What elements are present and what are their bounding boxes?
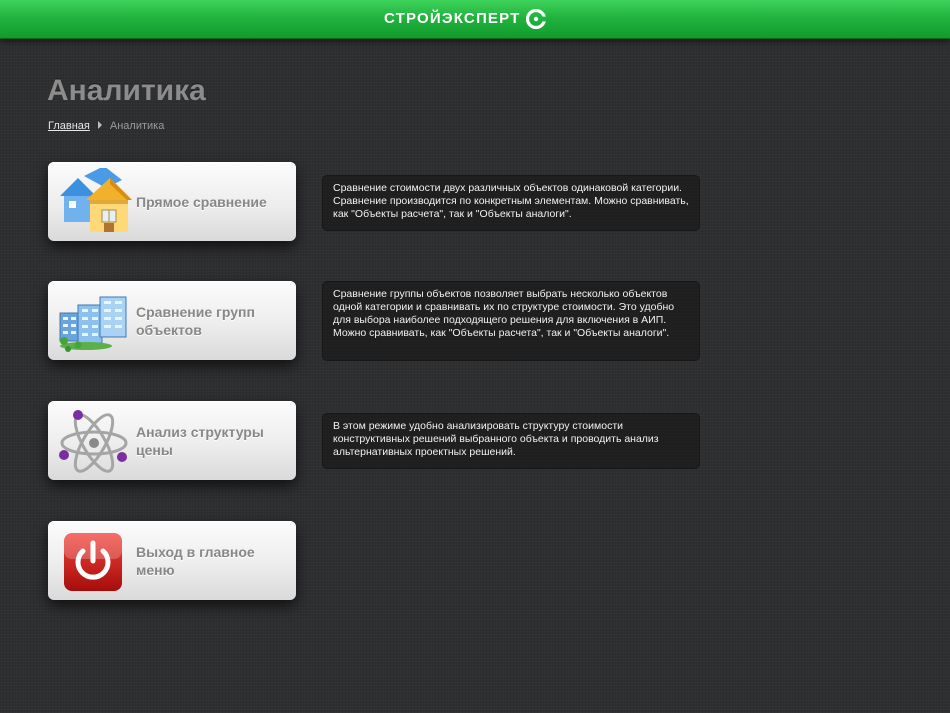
houses-icon bbox=[60, 168, 132, 232]
top-bar: СТРОЙЭКСПЕРТ bbox=[0, 0, 950, 39]
breadcrumb: Главная Аналитика bbox=[48, 120, 164, 132]
price-structure-analysis-button[interactable]: Анализ структуры цены bbox=[48, 401, 296, 480]
breadcrumb-home-link[interactable]: Главная bbox=[48, 120, 90, 132]
breadcrumb-arrow-icon bbox=[97, 121, 102, 130]
group-comparison-description: Сравнение группы объектов позволяет выбр… bbox=[322, 281, 700, 361]
group-comparison-button[interactable]: Сравнение групп объектов bbox=[48, 281, 296, 360]
atom-icon bbox=[59, 410, 128, 473]
breadcrumb-current: Аналитика bbox=[109, 120, 165, 132]
direct-comparison-label: Прямое сравнение bbox=[136, 193, 267, 210]
direct-comparison-button[interactable]: Прямое сравнение bbox=[48, 162, 296, 241]
exit-to-main-menu-label: Выход в главное меню bbox=[136, 543, 255, 578]
group-comparison-label: Сравнение групп объектов bbox=[136, 303, 255, 338]
brand-name: СТРОЙЭКСПЕРТ bbox=[384, 10, 521, 27]
price-structure-analysis-label: Анализ структуры цены bbox=[136, 423, 264, 458]
brand-logo-icon bbox=[526, 9, 546, 29]
price-structure-analysis-description: В этом режиме удобно анализировать струк… bbox=[322, 413, 700, 469]
page-title: Аналитика bbox=[47, 74, 206, 107]
buildings-icon bbox=[59, 296, 127, 352]
power-icon bbox=[64, 533, 122, 591]
exit-to-main-menu-button[interactable]: Выход в главное меню bbox=[48, 521, 296, 600]
direct-comparison-description: Сравнение стоимости двух различных объек… bbox=[322, 175, 700, 231]
